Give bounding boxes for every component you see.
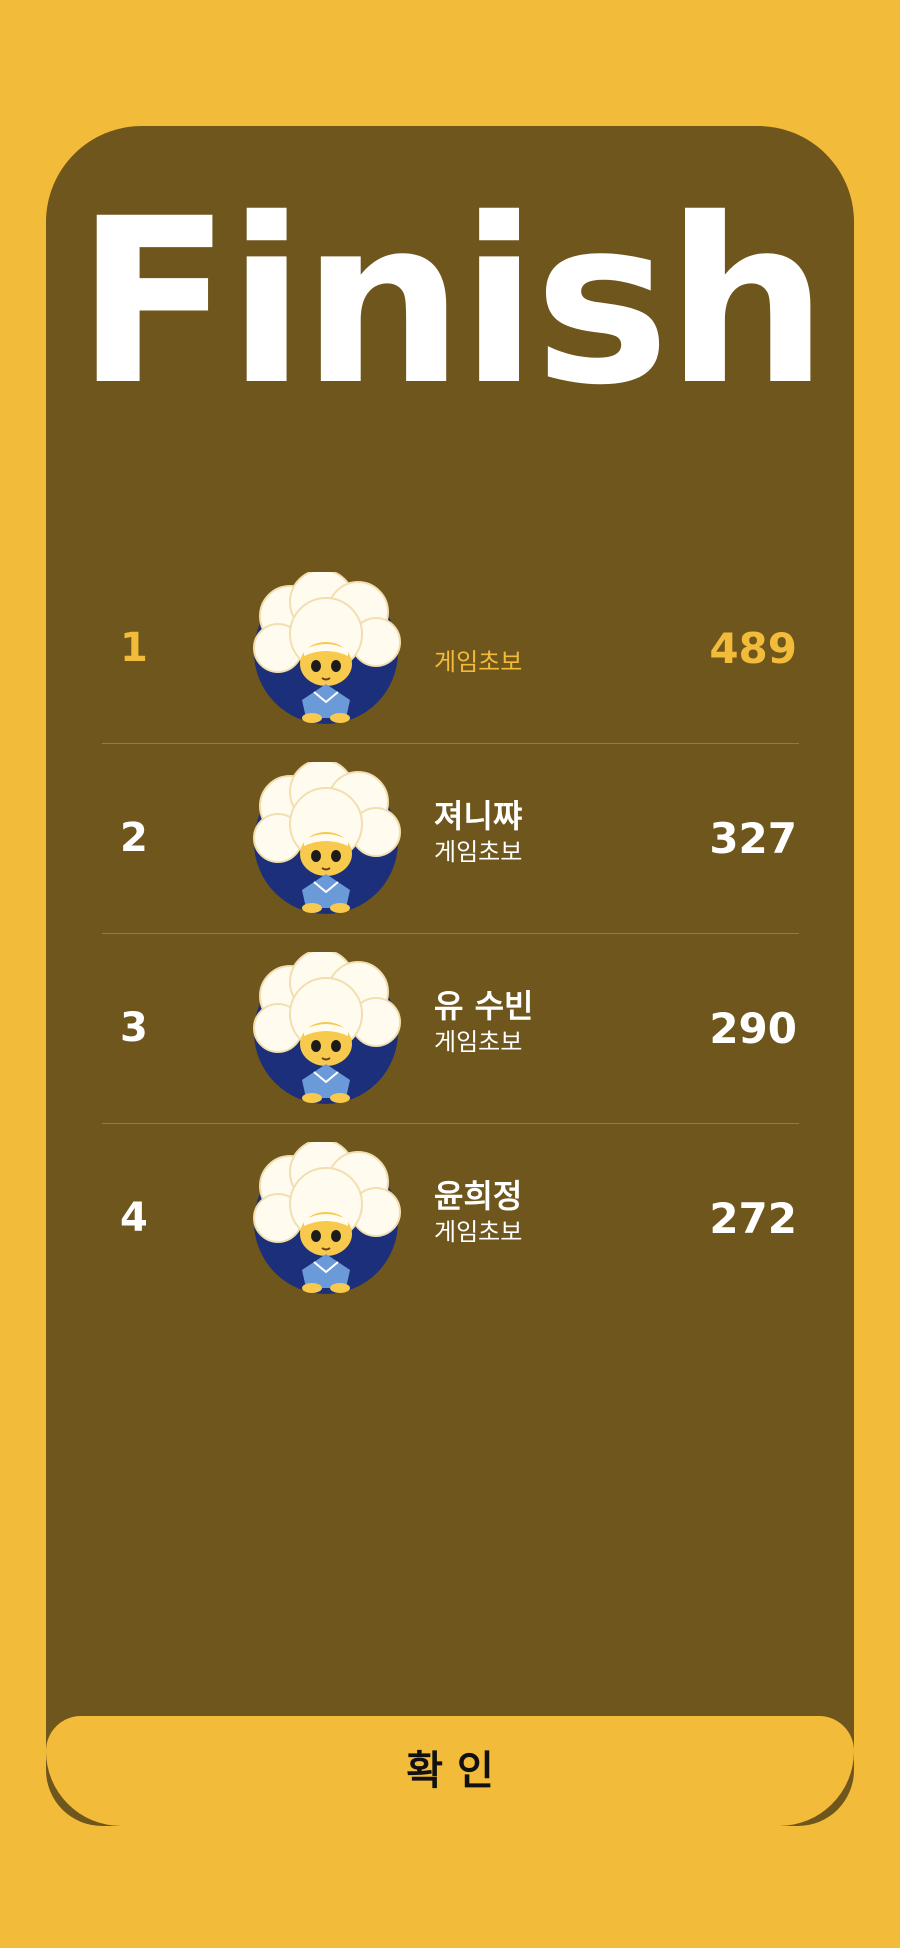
- player-score: 290: [709, 1004, 797, 1053]
- avatar: [250, 952, 402, 1104]
- ranking-row: 1 게임초보 489: [102, 554, 799, 744]
- avatar: [250, 1142, 402, 1294]
- ranking-row: 2 져니쨔 게임초보 327: [102, 744, 799, 934]
- result-card: Finish 1 게임초보 489 2 져니쨔 게임초보 327 3 유 수빈 …: [46, 126, 854, 1826]
- player-level: 게임초보: [434, 1218, 523, 1246]
- ranking-row: 4 윤희정 게임초보 272: [102, 1124, 799, 1313]
- player-score: 327: [709, 814, 797, 863]
- player-level: 게임초보: [434, 838, 523, 866]
- player-name: 윤희정: [434, 1177, 523, 1215]
- rank-number: 4: [120, 1195, 148, 1241]
- finish-title: Finish: [75, 169, 828, 435]
- avatar: [250, 762, 402, 914]
- confirm-button[interactable]: 확 인: [46, 1716, 854, 1826]
- player-level: 게임초보: [434, 1028, 523, 1056]
- avatar: [250, 572, 402, 724]
- ranking-row: 3 유 수빈 게임초보 290: [102, 934, 799, 1124]
- player-score: 489: [709, 624, 797, 673]
- rank-number: 3: [120, 1005, 148, 1051]
- player-level: 게임초보: [434, 648, 523, 676]
- player-score: 272: [709, 1194, 797, 1243]
- player-name: 유 수빈: [434, 987, 534, 1025]
- rank-number: 2: [120, 815, 148, 861]
- ranking-list: 1 게임초보 489 2 져니쨔 게임초보 327 3 유 수빈 게임초보 29…: [102, 554, 799, 1313]
- player-name: 져니쨔: [434, 797, 523, 835]
- rank-number: 1: [120, 625, 148, 671]
